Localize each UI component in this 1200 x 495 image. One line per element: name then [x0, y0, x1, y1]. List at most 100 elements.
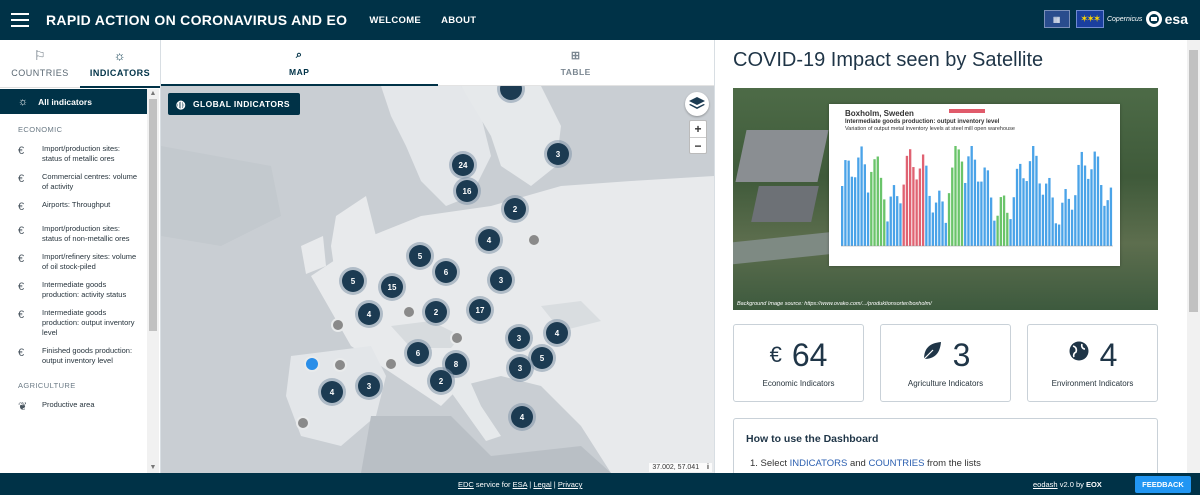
- embedded-chart-bar: [1009, 219, 1012, 246]
- indicator-item[interactable]: ❦ Productive area: [0, 396, 147, 420]
- howto-countries-link[interactable]: COUNTRIES: [868, 458, 924, 469]
- map-cluster-marker[interactable]: 5: [409, 245, 431, 267]
- indicator-item[interactable]: € Airports: Throughput: [0, 196, 147, 220]
- map-cluster-marker[interactable]: 24: [452, 154, 474, 176]
- embedded-chart-bar: [1087, 178, 1090, 246]
- lightbulb-icon: ☼: [113, 48, 127, 63]
- map-point-marker[interactable]: [402, 305, 416, 319]
- map-cluster-marker[interactable]: 4: [478, 229, 500, 251]
- agriculture-stat-card[interactable]: 3 Agriculture Indicators: [880, 324, 1011, 402]
- esa-link[interactable]: ESA: [513, 480, 528, 489]
- all-indicators-label: All indicators: [38, 96, 92, 107]
- embedded-chart-bar: [960, 161, 964, 246]
- edc-link[interactable]: EDC: [458, 480, 474, 489]
- map-cluster-marker[interactable]: 3: [508, 327, 530, 349]
- tab-table[interactable]: ⊞ TABLE: [438, 40, 715, 85]
- map-cluster-marker[interactable]: 6: [435, 261, 457, 283]
- global-indicators-button[interactable]: ◍ GLOBAL INDICATORS: [168, 93, 300, 115]
- map-point-marker[interactable]: [331, 318, 345, 332]
- embedded-chart-bar: [889, 196, 892, 246]
- sidebar-scroll-thumb[interactable]: [149, 99, 157, 331]
- indicator-item[interactable]: € Intermediate goods production: activity…: [0, 276, 147, 304]
- tab-indicators[interactable]: ☼ INDICATORS: [80, 40, 160, 88]
- selected-point-marker[interactable]: [304, 356, 320, 372]
- embedded-chart-bar: [866, 192, 870, 246]
- map-cluster-marker[interactable]: 8: [445, 353, 467, 375]
- indicator-label: Airports: Throughput: [42, 200, 111, 209]
- map-cluster-marker[interactable]: 3: [490, 269, 512, 291]
- economic-stat-card[interactable]: € 64 Economic Indicators: [733, 324, 864, 402]
- map-cluster-marker[interactable]: 4: [358, 303, 380, 325]
- indicator-item[interactable]: € Import/production sites: status of non-…: [0, 220, 147, 248]
- map-cluster-marker[interactable]: 2: [430, 370, 452, 392]
- map-cluster-marker[interactable]: 15: [381, 276, 403, 298]
- factory-roof: [751, 186, 819, 222]
- embedded-chart-bar: [879, 177, 883, 246]
- howto-indicators-link[interactable]: INDICATORS: [790, 458, 848, 469]
- map-cluster-marker[interactable]: 17: [469, 299, 491, 321]
- map-point-marker[interactable]: [527, 233, 541, 247]
- embedded-chart-bar: [986, 170, 990, 246]
- table-search-icon: ⊞: [570, 49, 581, 62]
- map-cluster-marker[interactable]: 3: [509, 357, 531, 379]
- map-cluster-marker[interactable]: 6: [407, 342, 429, 364]
- indicator-item[interactable]: € Import/refinery sites: volume of oil st…: [0, 248, 147, 276]
- tab-map[interactable]: ⌕ MAP: [161, 40, 438, 86]
- map-cluster-marker[interactable]: 2: [425, 301, 447, 323]
- eodash-link[interactable]: eodash: [1033, 480, 1058, 489]
- howto-title: How to use the Dashboard: [746, 433, 879, 445]
- zoom-out-button[interactable]: −: [690, 137, 706, 153]
- embedded-chart-bar: [1054, 223, 1058, 246]
- privacy-link[interactable]: Privacy: [558, 480, 583, 489]
- indicator-item[interactable]: € Intermediate goods production: output i…: [0, 304, 147, 342]
- map-point-marker[interactable]: [384, 357, 398, 371]
- environment-stat-card[interactable]: 4 Environment Indicators: [1027, 324, 1158, 402]
- indicator-item[interactable]: € Commercial centres: volume of activity: [0, 168, 147, 196]
- nav-welcome[interactable]: WELCOME: [369, 15, 421, 26]
- map-cluster-marker[interactable]: 5: [531, 347, 553, 369]
- map-search-icon: ⌕: [295, 48, 303, 61]
- feedback-button[interactable]: FEEDBACK: [1135, 476, 1191, 493]
- map-point-marker[interactable]: [333, 358, 347, 372]
- scroll-up-icon[interactable]: ▲: [147, 89, 159, 99]
- map-point-marker[interactable]: [296, 416, 310, 430]
- embedded-chart-bar: [1100, 185, 1103, 246]
- tab-countries[interactable]: ⚐ COUNTRIES: [0, 40, 80, 87]
- panel-scroll-thumb[interactable]: [1189, 50, 1198, 312]
- embedded-chart-bar: [853, 177, 857, 246]
- zoom-in-button[interactable]: +: [690, 121, 706, 137]
- indicator-item[interactable]: € Import/production sites: status of meta…: [0, 140, 147, 168]
- copernicus-logo: Copernicus: [1106, 15, 1143, 23]
- embedded-chart-bar: [928, 195, 931, 246]
- app-title: RAPID ACTION ON CORONAVIRUS AND EO: [46, 12, 348, 28]
- sidebar-scrollbar[interactable]: ▲ ▼: [147, 89, 159, 473]
- all-indicators-item[interactable]: ☼ All indicators: [0, 89, 147, 114]
- map-cluster-marker[interactable]: 4: [511, 406, 533, 428]
- howto-card: How to use the Dashboard 1. Select INDIC…: [733, 418, 1158, 473]
- menu-icon[interactable]: [0, 0, 40, 40]
- leaf-icon: ❦: [18, 401, 28, 413]
- panel-scrollbar[interactable]: [1187, 40, 1200, 473]
- map-cluster-marker[interactable]: 2: [504, 198, 526, 220]
- map-cluster-marker[interactable]: 3: [358, 375, 380, 397]
- embedded-chart-title: Boxholm, Sweden: [845, 109, 914, 118]
- layers-button[interactable]: [685, 92, 709, 116]
- info-icon[interactable]: i: [707, 464, 709, 471]
- view-tabs: ⌕ MAP ⊞ TABLE: [161, 40, 714, 86]
- nav-about[interactable]: ABOUT: [441, 15, 476, 26]
- map-point-marker[interactable]: [450, 331, 464, 345]
- europe-map[interactable]: ◍ GLOBAL INDICATORS + − 24 16 3 2 4 5 6 …: [161, 86, 714, 473]
- map-cluster-marker[interactable]: 3: [547, 143, 569, 165]
- map-cluster-marker[interactable]: 4: [546, 322, 568, 344]
- euro-icon: €: [18, 145, 25, 157]
- map-cluster-marker[interactable]: 16: [456, 180, 478, 202]
- scroll-down-icon[interactable]: ▼: [147, 463, 159, 473]
- embedded-chart-bar: [944, 222, 947, 246]
- legal-link[interactable]: Legal: [533, 480, 551, 489]
- embedded-chart-bar: [857, 157, 860, 246]
- embedded-chart-bar: [870, 171, 873, 246]
- indicator-item[interactable]: € Finished goods production: output inven…: [0, 342, 147, 370]
- map-cluster-marker[interactable]: 4: [321, 381, 343, 403]
- map-cluster-marker[interactable]: 5: [342, 270, 364, 292]
- embedded-chart-bar: [860, 146, 863, 246]
